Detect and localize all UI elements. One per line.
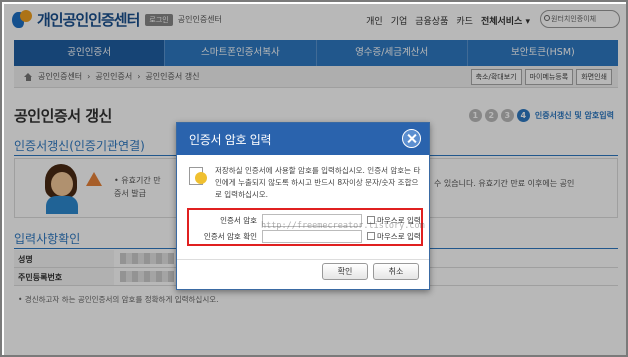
dialog-header: 인증서 암호 입력 <box>177 123 429 155</box>
password-confirm-input[interactable] <box>262 229 362 243</box>
password-label: 인증서 암호 <box>220 215 257 225</box>
browser-frame: 개인공인인증센터 로그인 공인인증센터 개인 기업 금융상품 카드 전체서비스 … <box>0 0 628 357</box>
watermark-text: http://freemecreator.tistory.com <box>261 221 425 231</box>
mouse-input-option[interactable]: 마우스로 입력 <box>367 231 421 242</box>
certificate-password-dialog: 인증서 암호 입력 저장하실 인증서에 사용할 암호를 입력하십시오. 인증서 … <box>176 122 430 290</box>
certificate-icon <box>189 167 207 189</box>
ok-button[interactable]: 확인 <box>322 263 368 280</box>
dialog-message: 저장하실 인증서에 사용할 암호를 입력하십시오. 인증서 암호는 타인에게 누… <box>215 166 421 199</box>
password-confirm-label: 인증서 암호 확인 <box>203 231 257 241</box>
mouse-input-checkbox[interactable] <box>367 232 375 240</box>
dialog-divider <box>177 259 429 260</box>
cancel-button[interactable]: 취소 <box>373 263 419 280</box>
dialog-buttons: 확인 취소 <box>322 263 419 280</box>
mouse-input-label: 마우스로 입력 <box>377 231 421 241</box>
dialog-title: 인증서 암호 입력 <box>189 133 272 147</box>
close-icon[interactable] <box>402 129 421 148</box>
